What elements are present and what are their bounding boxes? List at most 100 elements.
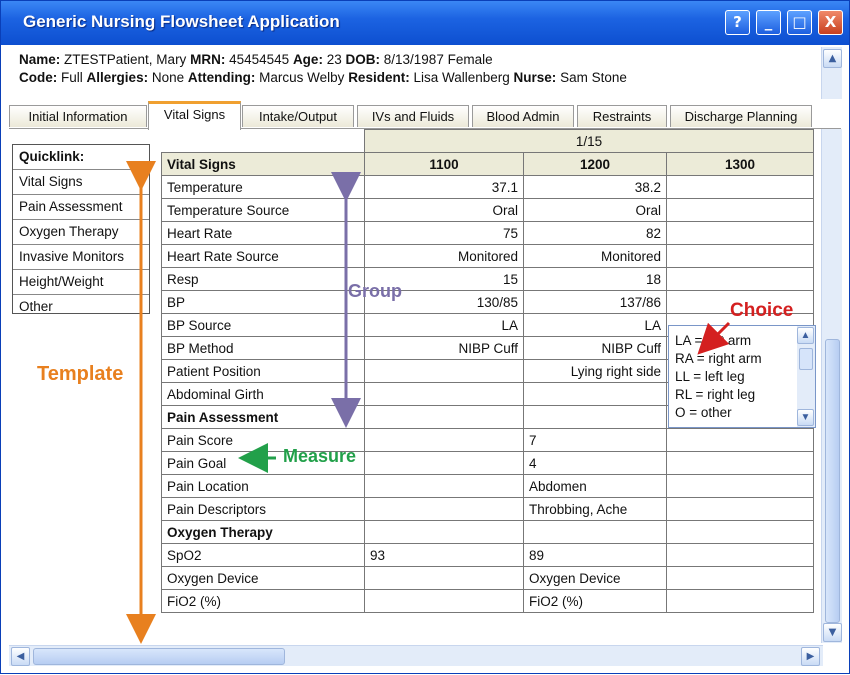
scroll-up-icon[interactable]: ▲ [823,49,842,68]
value-cell[interactable] [666,566,814,590]
value-cell[interactable] [666,221,814,245]
value-cell[interactable]: LA [364,313,524,337]
value-cell[interactable] [666,589,814,613]
quicklink-other[interactable]: Other [13,295,149,319]
value-cell[interactable]: 4 [523,451,667,475]
value-cell[interactable] [666,520,814,544]
choice-scrollbar[interactable]: ▲ ▼ [797,326,815,427]
scroll-down-icon[interactable]: ▼ [797,409,814,426]
tab-intake-output[interactable]: Intake/Output [242,105,354,127]
value-cell[interactable]: NIBP Cuff [364,336,524,360]
help-icon[interactable]: ? [725,10,750,35]
tab-initial-information[interactable]: Initial Information [9,105,147,127]
group-annotation: Group [348,281,402,301]
value-cell[interactable] [666,175,814,199]
row-label: SpO2 [161,543,365,567]
value-cell[interactable] [364,520,524,544]
tab-restraints[interactable]: Restraints [577,105,667,127]
value-cell[interactable] [364,451,524,475]
value-cell[interactable]: NIBP Cuff [523,336,667,360]
time-header[interactable]: 1200 [523,152,667,176]
value-cell[interactable] [364,359,524,383]
choice-option[interactable]: LA = left arm [675,332,751,350]
value-cell[interactable] [666,244,814,268]
row-label: BP Source [161,313,365,337]
value-cell[interactable] [666,428,814,452]
value-cell[interactable] [523,520,667,544]
patient-dob: 8/13/1987 Female [383,52,493,67]
quicklink-pain-assessment[interactable]: Pain Assessment [13,195,149,220]
tab-blood-admin[interactable]: Blood Admin [472,105,574,127]
value-cell[interactable]: Throbbing, Ache [523,497,667,521]
value-cell[interactable]: Oral [523,198,667,222]
choice-scroll-thumb[interactable] [799,348,813,370]
value-cell[interactable]: 75 [364,221,524,245]
time-header[interactable]: 1300 [666,152,814,176]
maximize-icon[interactable]: □ [787,10,812,35]
value-cell[interactable]: LA [523,313,667,337]
main-vertical-scrollbar[interactable]: ▼ [821,129,842,643]
scroll-thumb[interactable] [825,339,840,623]
value-cell[interactable]: 18 [523,267,667,291]
scroll-down-icon[interactable]: ▼ [823,623,842,642]
value-cell[interactable]: 137/86 [523,290,667,314]
time-header[interactable]: 1100 [364,152,524,176]
tab-bar: Initial Information Vital Signs Intake/O… [9,101,839,130]
scroll-up-icon[interactable]: ▲ [797,327,814,344]
value-cell[interactable] [364,474,524,498]
choice-option[interactable]: RA = right arm [675,350,762,368]
time-header-row: Vital Signs 1100 1200 1300 [161,152,814,176]
value-cell[interactable]: Oral [364,198,524,222]
value-cell[interactable] [666,474,814,498]
value-cell[interactable]: Abdomen [523,474,667,498]
value-cell[interactable]: Lying right side [523,359,667,383]
value-cell[interactable]: 89 [523,543,667,567]
value-cell[interactable] [666,543,814,567]
banner-scrollbar[interactable]: ▲ [821,47,842,99]
value-cell[interactable] [523,382,667,406]
choice-option[interactable]: O = other [675,404,732,422]
value-cell[interactable] [364,428,524,452]
value-cell[interactable] [666,451,814,475]
value-cell[interactable] [523,405,667,429]
value-cell[interactable]: 37.1 [364,175,524,199]
value-cell[interactable]: 93 [364,543,524,567]
scroll-left-icon[interactable]: ◀ [11,647,30,666]
quicklink-invasive-monitors[interactable]: Invasive Monitors [13,245,149,270]
flowsheet-row: Pain Descriptors Throbbing, Ache [161,497,814,521]
row-label: Resp [161,267,365,291]
patient-line-1: Name: ZTESTPatient, Mary MRN: 45454545 A… [19,51,627,69]
flowsheet-row: Heart Rate Source Monitored Monitored [161,244,814,268]
choice-dropdown[interactable]: LA = left arm RA = right arm LL = left l… [668,325,816,428]
value-cell[interactable] [666,198,814,222]
value-cell[interactable]: Monitored [523,244,667,268]
value-cell[interactable]: FiO2 (%) [523,589,667,613]
close-icon[interactable]: X [818,10,843,35]
value-cell[interactable] [364,382,524,406]
value-cell[interactable] [364,566,524,590]
tab-vital-signs[interactable]: Vital Signs [148,101,241,130]
title-bar[interactable]: Generic Nursing Flowsheet Application ? … [1,1,849,45]
horizontal-scrollbar[interactable]: ◀ ▶ [9,645,823,666]
value-cell[interactable]: 38.2 [523,175,667,199]
quicklink-vital-signs[interactable]: Vital Signs [13,170,149,195]
value-cell[interactable] [364,497,524,521]
quicklink-oxygen-therapy[interactable]: Oxygen Therapy [13,220,149,245]
value-cell[interactable] [666,497,814,521]
value-cell[interactable]: 7 [523,428,667,452]
value-cell[interactable]: Oxygen Device [523,566,667,590]
group-header-label: Oxygen Therapy [161,520,365,544]
value-cell[interactable] [666,267,814,291]
choice-option[interactable]: LL = left leg [675,368,745,386]
scroll-right-icon[interactable]: ▶ [801,647,820,666]
value-cell[interactable] [364,405,524,429]
value-cell[interactable] [364,589,524,613]
tab-discharge-planning[interactable]: Discharge Planning [670,105,812,127]
tab-ivs-and-fluids[interactable]: IVs and Fluids [357,105,469,127]
choice-option[interactable]: RL = right leg [675,386,755,404]
horizontal-scroll-thumb[interactable] [33,648,285,665]
value-cell[interactable]: 82 [523,221,667,245]
value-cell[interactable]: Monitored [364,244,524,268]
quicklink-height-weight[interactable]: Height/Weight [13,270,149,295]
minimize-icon[interactable]: _ [756,10,781,35]
